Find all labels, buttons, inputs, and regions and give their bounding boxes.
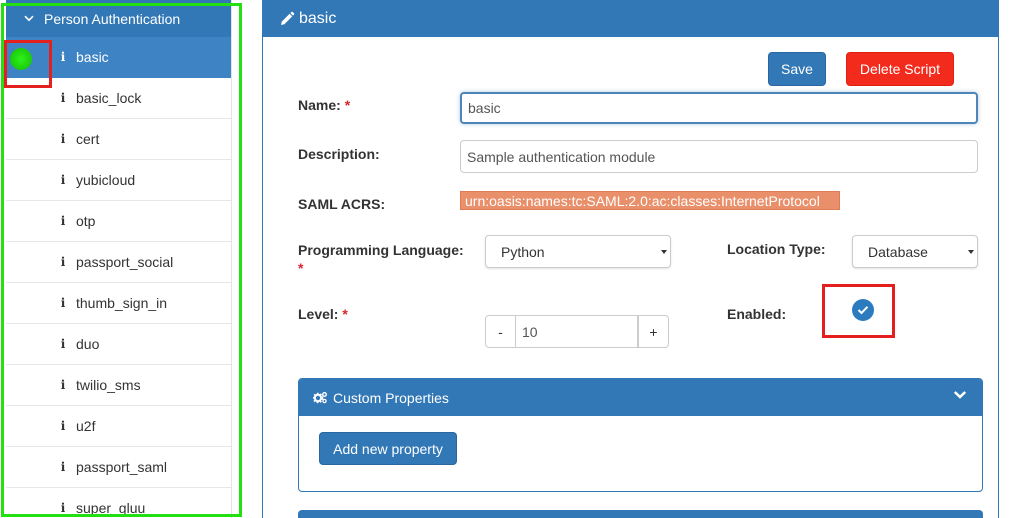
caret-down-icon xyxy=(968,249,974,254)
info-icon: i xyxy=(60,173,66,187)
pencil-icon xyxy=(281,11,295,25)
level-decrement-button[interactable]: - xyxy=(485,315,516,348)
custom-properties-header[interactable]: Custom Properties xyxy=(299,379,982,416)
level-input[interactable]: 10 xyxy=(515,315,638,348)
info-icon: i xyxy=(60,132,66,146)
sidebar-item-label: basic xyxy=(76,49,109,65)
info-icon: i xyxy=(60,50,66,64)
name-input[interactable]: basic xyxy=(460,92,978,124)
custom-properties-panel: Custom Properties Add new property xyxy=(298,378,983,492)
sidebar-item-label: yubicloud xyxy=(76,172,136,188)
sidebar-item-thumb-sign-in[interactable]: i thumb_sign_in xyxy=(6,283,231,324)
sidebar-group-person-authentication[interactable]: Person Authentication xyxy=(6,0,231,37)
info-icon: i xyxy=(60,91,66,105)
info-icon: i xyxy=(60,419,66,433)
sidebar-item-super-gluu[interactable]: i super_gluu xyxy=(6,488,231,518)
programming-language-label: Programming Language: * xyxy=(298,242,464,276)
saml-acrs-label: SAML ACRS: xyxy=(298,196,386,212)
script-sidebar: Person Authentication i basic i basic_lo… xyxy=(6,0,232,518)
saml-acrs-tag[interactable]: urn:oasis:names:tc:SAML:2.0:ac:classes:I… xyxy=(460,191,840,210)
sidebar-item-label: otp xyxy=(76,213,96,229)
info-icon: i xyxy=(60,337,66,351)
status-indicator-dot xyxy=(10,48,32,70)
sidebar-item-label: basic_lock xyxy=(76,90,142,106)
level-increment-button[interactable]: + xyxy=(638,315,669,348)
panel-header: basic xyxy=(263,0,998,37)
chevron-down-icon[interactable] xyxy=(953,390,967,400)
info-icon: i xyxy=(60,501,66,515)
description-input[interactable]: Sample authentication module xyxy=(460,140,978,173)
next-section-header xyxy=(298,510,983,518)
chevron-down-icon xyxy=(20,15,38,22)
sidebar-item-basic[interactable]: i basic xyxy=(6,37,231,78)
sidebar-item-label: u2f xyxy=(76,418,96,434)
description-label: Description: xyxy=(298,146,380,162)
custom-properties-title: Custom Properties xyxy=(333,389,449,406)
enabled-checkbox[interactable] xyxy=(852,299,874,321)
sidebar-item-label: thumb_sign_in xyxy=(76,295,168,311)
caret-down-icon xyxy=(661,249,667,254)
location-type-select[interactable]: Database xyxy=(852,235,978,268)
sidebar-item-label: passport_social xyxy=(76,254,174,270)
sidebar-item-twilio-sms[interactable]: i twilio_sms xyxy=(6,365,231,406)
check-icon xyxy=(857,306,869,315)
delete-script-button[interactable]: Delete Script xyxy=(846,52,954,86)
gears-icon xyxy=(313,392,327,404)
add-new-property-button[interactable]: Add new property xyxy=(319,432,457,465)
name-label: Name: * xyxy=(298,97,351,113)
sidebar-item-u2f[interactable]: i u2f xyxy=(6,406,231,447)
level-label: Level: * xyxy=(298,306,348,322)
info-icon: i xyxy=(60,296,66,310)
location-type-label: Location Type: xyxy=(727,241,826,257)
info-icon: i xyxy=(60,255,66,269)
sidebar-item-label: cert xyxy=(76,131,100,147)
sidebar-item-duo[interactable]: i duo xyxy=(6,324,231,365)
sidebar-item-passport-saml[interactable]: i passport_saml xyxy=(6,447,231,488)
sidebar-item-label: super_gluu xyxy=(76,500,146,516)
info-icon: i xyxy=(60,214,66,228)
sidebar-item-label: passport_saml xyxy=(76,459,168,475)
info-icon: i xyxy=(60,460,66,474)
sidebar-group-label: Person Authentication xyxy=(44,10,181,27)
enabled-label: Enabled: xyxy=(727,306,787,322)
info-icon: i xyxy=(60,378,66,392)
required-marker: * xyxy=(298,260,304,276)
panel-title: basic xyxy=(299,9,337,27)
sidebar-item-basic-lock[interactable]: i basic_lock xyxy=(6,78,231,119)
required-marker: * xyxy=(342,306,348,322)
sidebar-item-yubicloud[interactable]: i yubicloud xyxy=(6,160,231,201)
save-button[interactable]: Save xyxy=(768,52,826,86)
sidebar-item-label: twilio_sms xyxy=(76,377,141,393)
sidebar-item-label: duo xyxy=(76,336,100,352)
programming-language-select[interactable]: Python xyxy=(485,235,671,268)
required-marker: * xyxy=(344,97,351,113)
sidebar-item-otp[interactable]: i otp xyxy=(6,201,231,242)
sidebar-item-cert[interactable]: i cert xyxy=(6,119,231,160)
sidebar-item-passport-social[interactable]: i passport_social xyxy=(6,242,231,283)
